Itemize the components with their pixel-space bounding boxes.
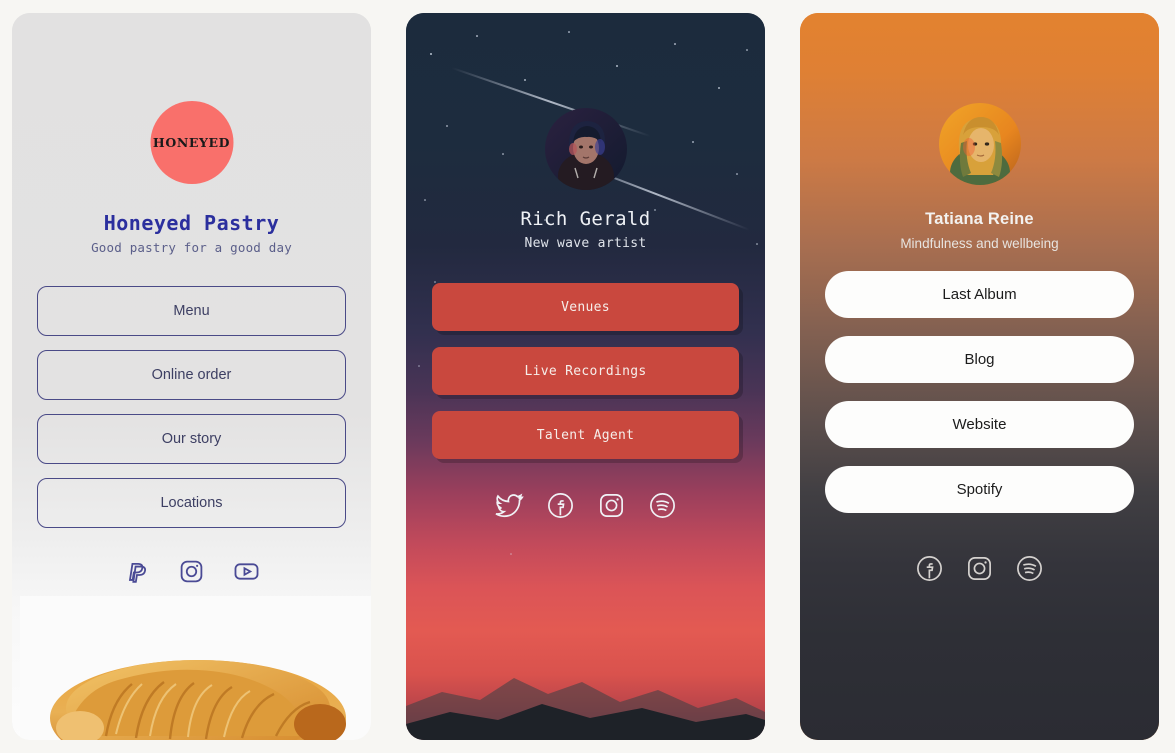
- link-button-menu[interactable]: Menu: [37, 286, 346, 336]
- card-subtitle: Mindfulness and wellbeing: [900, 236, 1059, 251]
- card-title: Tatiana Reine: [925, 210, 1034, 228]
- link-card-honeyed-pastry: HONEYED Honeyed Pastry Good pastry for a…: [12, 13, 371, 740]
- card-title: Honeyed Pastry: [103, 211, 280, 235]
- avatar: [544, 108, 627, 190]
- spotify-icon[interactable]: [648, 491, 677, 525]
- instagram-icon[interactable]: [965, 554, 994, 588]
- link-button-venues[interactable]: Venues: [432, 283, 739, 331]
- link-button-blog[interactable]: Blog: [825, 336, 1134, 383]
- link-card-rich-gerald: Rich Gerald New wave artist Venues Live …: [406, 13, 765, 740]
- brand-logo-text: HONEYED: [152, 135, 231, 150]
- instagram-icon[interactable]: [597, 491, 626, 525]
- avatar: [938, 103, 1021, 185]
- facebook-icon[interactable]: [915, 554, 944, 588]
- link-button-locations[interactable]: Locations: [37, 478, 346, 528]
- mountain-silhouette: [406, 620, 765, 740]
- spotify-icon[interactable]: [1015, 554, 1044, 588]
- link-button-live-recordings[interactable]: Live Recordings: [432, 347, 739, 395]
- paypal-icon[interactable]: [123, 558, 150, 590]
- link-button-list: Venues Live Recordings Talent Agent: [432, 283, 739, 475]
- social-icon-row: [406, 491, 765, 525]
- croissant-photo: [12, 580, 371, 740]
- link-button-our-story[interactable]: Our story: [37, 414, 346, 464]
- cards-gallery: HONEYED Honeyed Pastry Good pastry for a…: [0, 0, 1175, 753]
- card-subtitle: New wave artist: [524, 236, 647, 251]
- link-button-spotify[interactable]: Spotify: [825, 466, 1134, 513]
- link-button-online-order[interactable]: Online order: [37, 350, 346, 400]
- twitter-icon[interactable]: [495, 491, 524, 525]
- youtube-icon[interactable]: [233, 558, 260, 590]
- social-icon-row: [12, 558, 371, 590]
- link-button-last-album[interactable]: Last Album: [825, 271, 1134, 318]
- link-button-list: Menu Online order Our story Locations: [37, 286, 346, 542]
- instagram-icon[interactable]: [178, 558, 205, 590]
- brand-logo: HONEYED: [150, 101, 233, 184]
- link-card-tatiana-reine: Tatiana Reine Mindfulness and wellbeing …: [800, 13, 1159, 740]
- card-subtitle: Good pastry for a good day: [91, 240, 292, 255]
- facebook-icon[interactable]: [546, 491, 575, 525]
- link-button-list: Last Album Blog Website Spotify: [825, 271, 1134, 531]
- link-button-talent-agent[interactable]: Talent Agent: [432, 411, 739, 459]
- link-button-website[interactable]: Website: [825, 401, 1134, 448]
- social-icon-row: [800, 554, 1159, 588]
- card-title: Rich Gerald: [520, 208, 651, 230]
